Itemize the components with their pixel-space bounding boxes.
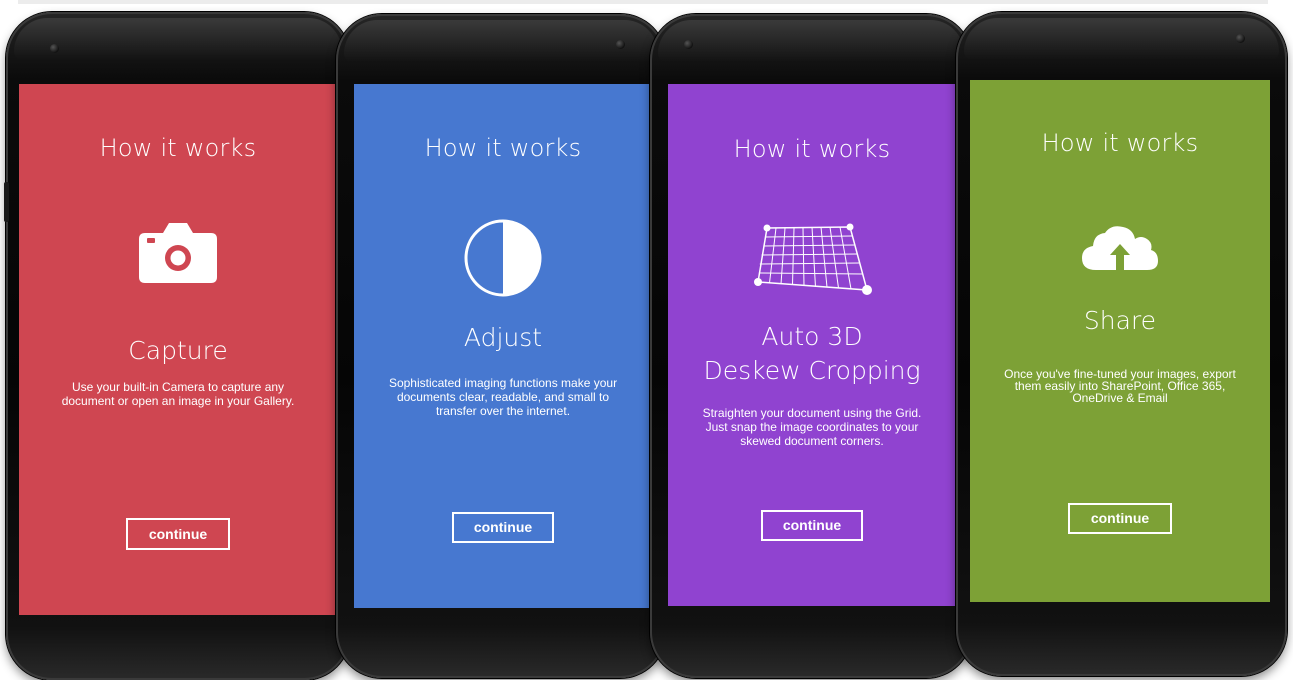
description-line-2: document or open an image in your Galler… [61,394,295,408]
front-camera-icon [684,40,693,49]
continue-button[interactable]: continue [761,510,863,541]
screen-title: How it works [99,134,257,162]
side-button [4,182,9,222]
description-line-3: OneDrive & Email [1072,391,1168,405]
camera-icon [137,219,219,285]
description-line-3: skewed document corners. [740,434,884,448]
screen-description: Once you've fine-tuned your images, expo… [978,368,1262,404]
screen-share: How it works Share Once you've fine-tune… [970,80,1270,602]
screen-description: Use your built-in Camera to capture any … [39,380,317,408]
front-camera-icon [1236,34,1245,43]
top-strip [18,0,1268,4]
continue-button[interactable]: continue [1068,503,1172,534]
screen-title: How it works [424,134,582,162]
phone-frame-adjust: How it works Adjust Sophisticated imagin… [336,14,666,678]
continue-button[interactable]: continue [126,518,230,550]
front-camera-icon [616,40,625,49]
screen-description: Sophisticated imaging functions make you… [364,376,642,418]
description-line-2: documents clear, readable, and small to [396,390,610,404]
screen-heading: Share [970,304,1270,338]
description-line-1: Straighten your document using the Grid. [702,406,922,420]
phone-frame-share: How it works Share Once you've fine-tune… [956,12,1287,676]
half-circle-contrast-icon [463,218,543,298]
cloud-upload-icon [1080,224,1160,274]
screen-heading: Adjust [354,321,652,355]
screen-capture: How it works Capture Use your built-in C… [19,84,337,615]
screen-title: How it works [1041,129,1199,157]
heading-line-1: Adjust [463,323,543,352]
heading-line-2: Deskew Cropping [703,356,921,385]
screen-adjust: How it works Adjust Sophisticated imagin… [354,84,652,608]
phone-frame-capture: How it works Capture Use your built-in C… [4,12,350,680]
heading-line-1: Auto 3D [761,322,863,351]
screen-title: How it works [733,135,891,163]
screen-heading: Auto 3D Deskew Cropping [668,320,956,388]
phone-frame-deskew: How it works Auto 3D Deskew Cropping Str… [650,14,972,678]
heading-line-1: Capture [128,336,228,365]
heading-line-1: Share [1083,306,1157,335]
continue-button[interactable]: continue [452,512,554,543]
description-line-1: Use your built-in Camera to capture any [71,380,285,394]
front-camera-icon [50,44,59,53]
screen-description: Straighten your document using the Grid.… [678,406,946,448]
description-line-3: transfer over the internet. [435,404,571,418]
perspective-grid-icon [748,222,876,298]
screen-heading: Capture [19,334,337,368]
description-line-2: Just snap the image coordinates to your [705,420,919,434]
description-line-1: Sophisticated imaging functions make you… [388,376,618,390]
screen-deskew: How it works Auto 3D Deskew Cropping Str… [668,84,956,606]
